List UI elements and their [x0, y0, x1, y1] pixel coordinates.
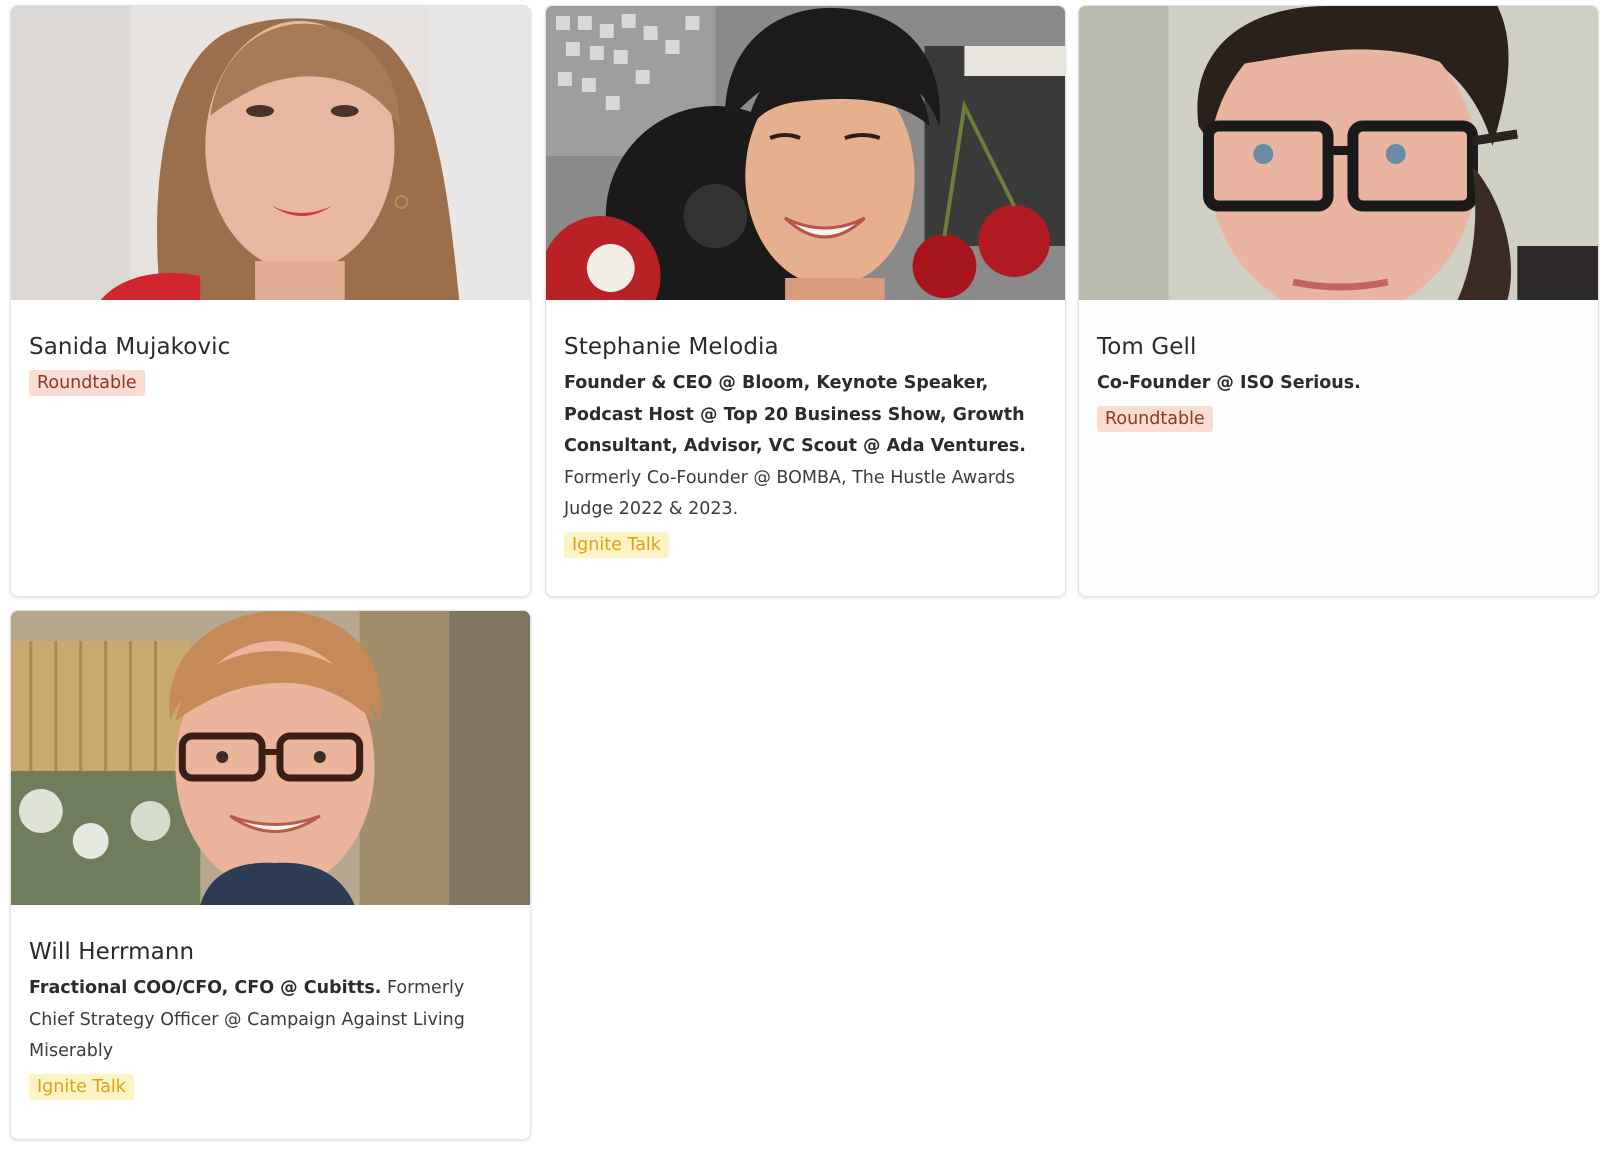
- speaker-card[interactable]: Stephanie Melodia Founder & CEO @ Bloom,…: [545, 5, 1066, 597]
- session-type-badge: Ignite Talk: [29, 1073, 134, 1100]
- speaker-photo: [1079, 6, 1598, 300]
- speaker-bio: Fractional COO/CFO, CFO @ Cubitts. Forme…: [29, 973, 512, 1068]
- speaker-bio-role: Founder & CEO @ Bloom, Keynote Speaker, …: [564, 373, 1026, 456]
- speaker-name: Tom Gell: [1097, 334, 1197, 360]
- speaker-photo: [546, 6, 1065, 300]
- speaker-name: Sanida Mujakovic: [29, 334, 231, 360]
- speaker-card[interactable]: Will Herrmann Fractional COO/CFO, CFO @ …: [10, 610, 531, 1140]
- speaker-name: Stephanie Melodia: [564, 334, 779, 360]
- session-type-badge: Ignite Talk: [564, 531, 669, 558]
- speaker-photo: [11, 611, 530, 905]
- speaker-bio: Founder & CEO @ Bloom, Keynote Speaker, …: [564, 368, 1047, 526]
- speaker-bio-role: Co-Founder @ ISO Serious.: [1097, 373, 1361, 393]
- speaker-photo: [11, 6, 530, 300]
- speaker-bio: Co-Founder @ ISO Serious.: [1097, 368, 1580, 400]
- speaker-card[interactable]: Sanida Mujakovic Roundtable: [10, 5, 531, 597]
- speaker-name: Will Herrmann: [29, 939, 195, 965]
- session-type-badge: Roundtable: [1097, 405, 1213, 432]
- speaker-card[interactable]: Tom Gell Co-Founder @ ISO Serious. Round…: [1078, 5, 1599, 597]
- session-type-badge: Roundtable: [29, 370, 145, 396]
- speaker-bio-role: Fractional COO/CFO, CFO @ Cubitts.: [29, 978, 382, 998]
- speaker-bio-former: Formerly Co-Founder @ BOMBA, The Hustle …: [564, 467, 1016, 520]
